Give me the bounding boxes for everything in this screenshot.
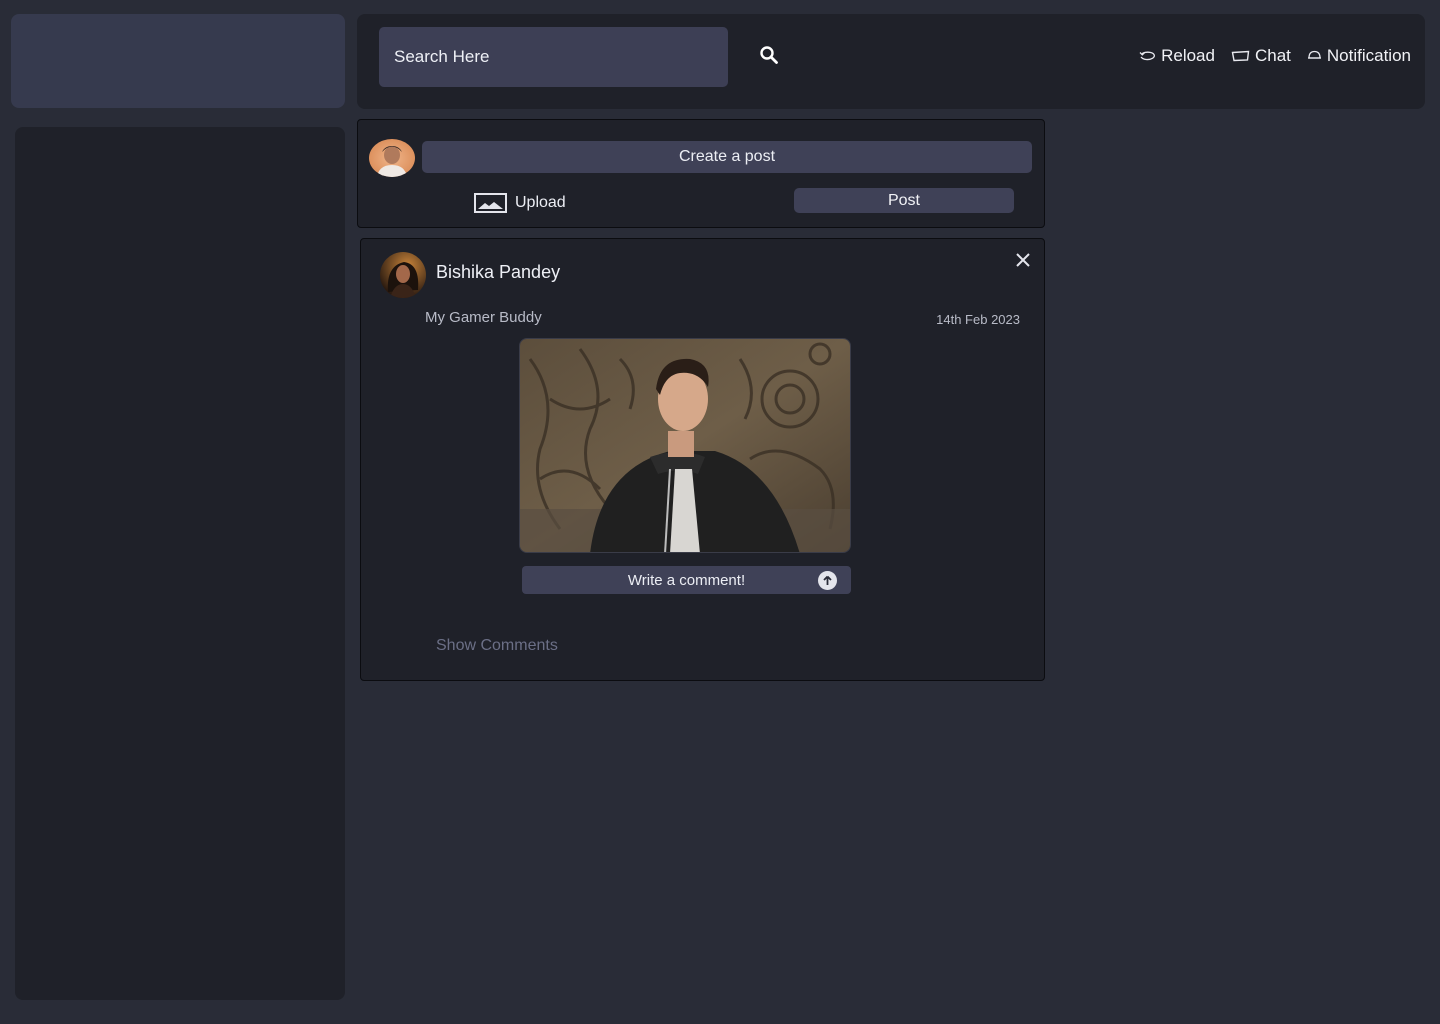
bell-icon [1307,50,1321,59]
comment-placeholder: Write a comment! [627,571,746,589]
notification-button[interactable]: Notification [1307,46,1411,66]
create-post-input[interactable]: Create a post [422,141,1032,173]
search-button[interactable] [757,43,781,67]
comment-input[interactable]: Write a comment! [522,566,851,594]
post-button[interactable]: Post [794,188,1014,213]
sidebar [15,127,345,1000]
avatar [369,139,415,177]
arrow-up-icon [823,575,832,585]
author-name[interactable]: Bishika Pandey [436,262,560,283]
image-icon [474,193,507,213]
post-image [519,338,851,553]
close-post-button[interactable] [1014,251,1032,269]
reload-label: Reload [1161,46,1215,65]
post-date: 14th Feb 2023 [936,312,1020,327]
search-input[interactable] [394,47,714,67]
reload-button[interactable]: Reload [1139,46,1215,66]
show-comments-link[interactable]: Show Comments [436,637,558,655]
post-composer: Create a post Upload Post [357,119,1045,228]
close-icon [1016,253,1030,267]
upload-button[interactable]: Upload [474,193,566,213]
logo-panel [11,14,345,108]
send-comment-button[interactable] [818,571,837,590]
top-bar: Reload Chat Notification [357,14,1425,109]
upload-label: Upload [515,194,566,211]
chat-button[interactable]: Chat [1231,46,1291,66]
post-caption: My Gamer Buddy [425,309,542,326]
reload-icon [1139,51,1156,60]
chat-icon [1231,50,1250,61]
post-card: Bishika Pandey My Gamer Buddy 14th Feb 2… [360,238,1045,681]
search-icon [760,46,778,64]
create-post-placeholder: Create a post [678,148,776,165]
search-box[interactable] [379,27,728,87]
nav-actions: Reload Chat Notification [1139,46,1411,66]
chat-label: Chat [1254,46,1291,65]
author-avatar[interactable] [380,252,426,298]
notification-label: Notification [1326,46,1411,65]
